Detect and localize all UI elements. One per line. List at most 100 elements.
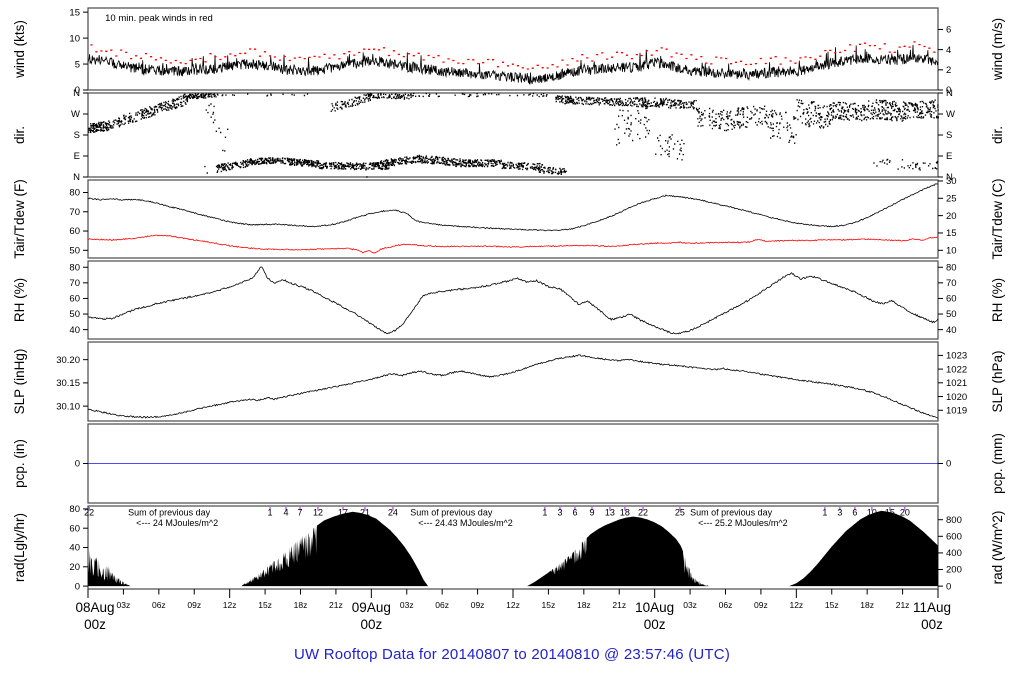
- axis-label-right-rh: RH (%): [990, 278, 1005, 322]
- ytick-left-wind: 5: [75, 59, 80, 70]
- xtick-minor-label: 12z: [223, 600, 237, 610]
- ytick-right-wind: 4: [946, 45, 951, 56]
- axis-label-left-rh: RH (%): [12, 278, 27, 322]
- xtick-minor-label: 06z: [152, 600, 166, 610]
- axis-label-left-rad: rad(Lgly/hr): [12, 513, 27, 582]
- rad-cumulative-mark: 7: [298, 508, 303, 518]
- ytick-right-tair: 10: [946, 245, 957, 256]
- rad-cumulative-mark: 3: [557, 508, 562, 518]
- rad-cumulative-mark: 12: [313, 508, 323, 518]
- xtick-date-label: 08Aug: [75, 600, 114, 615]
- chart-title: UW Rooftop Data for 20140807 to 20140810…: [293, 646, 731, 663]
- rad-cumulative-mark: 20: [900, 508, 910, 518]
- ytick-left-rad: 20: [69, 562, 80, 573]
- ytick-left-rad: 80: [69, 504, 80, 515]
- rad-cumulative-mark: 24: [388, 508, 398, 518]
- xtick-minor-label: 03z: [117, 600, 131, 610]
- ytick-right-rh: 50: [946, 309, 957, 320]
- rad-cumulative-mark: 1: [542, 508, 547, 518]
- axis-label-right-wind: wind (m/s): [990, 18, 1005, 81]
- rad-cumulative-mark: 10: [867, 508, 877, 518]
- xtick-minor-label: 09z: [754, 600, 768, 610]
- ytick-left-rh: 40: [69, 325, 80, 336]
- panel-rad: 0204060800200400600800rad(Lgly/hr) rad (W…: [12, 504, 1005, 592]
- ytick-left-slp: 30.10: [56, 401, 80, 412]
- xtick-minor-label: 15z: [542, 600, 556, 610]
- rad-sum-label: Sum of previous day: [690, 508, 773, 518]
- ytick-left-tair: 50: [69, 245, 80, 256]
- ytick-right-dir: W: [946, 109, 955, 120]
- rad-cumulative-mark: 18: [620, 508, 630, 518]
- chart-figure: 0 5 10 15 0 2 4 6 wind (kts) wind (m/s) 10 min. pe…: [0, 0, 1024, 700]
- xtick-minor-label: 09z: [471, 600, 485, 610]
- ytick-right-slp: 1020: [946, 392, 967, 403]
- rad-cumulative-mark: 15: [885, 508, 895, 518]
- ytick-left-rh: 80: [69, 262, 80, 273]
- ytick-left-dir: N: [73, 172, 80, 183]
- ytick-left-dir: N: [73, 88, 80, 99]
- xtick-date-label: 09Aug: [352, 600, 391, 615]
- rad-sum-label: Sum of previous day: [128, 508, 211, 518]
- xtick-minor-label: 18z: [577, 600, 591, 610]
- ytick-left-tair: 80: [69, 188, 80, 199]
- ytick-right-slp: 1022: [946, 364, 967, 375]
- rad-cumulative-mark: 1: [268, 508, 273, 518]
- rad-cumulative-mark: 25: [675, 508, 685, 518]
- xtick-minor-label: 03z: [683, 600, 697, 610]
- axis-label-right-dir: dir.: [990, 126, 1005, 144]
- axis-label-right-pcp: pcp. (mm): [990, 433, 1005, 494]
- ytick-right-rad: 600: [946, 532, 962, 543]
- ytick-right-slp: 1023: [946, 351, 967, 362]
- axis-label-right-rad: rad (W/m^2): [990, 511, 1005, 585]
- ytick-left-pcp: 0: [75, 459, 80, 470]
- xtick-minor-label: 15z: [825, 600, 839, 610]
- panel-pcp: 0 0 pcp. (in) pcp. (mm): [12, 423, 1005, 504]
- ytick-right-wind: 6: [946, 25, 951, 36]
- ytick-right-rad: 800: [946, 515, 962, 526]
- ytick-right-dir: E: [946, 151, 952, 162]
- xtick-minor-label: 15z: [258, 600, 272, 610]
- rad-sum-label: Sum of previous day: [410, 508, 493, 518]
- ytick-left-rh: 70: [69, 278, 80, 289]
- axis-label-left-tair: Tair/Tdew (F): [12, 179, 27, 259]
- ytick-left-dir: S: [74, 130, 80, 141]
- peak-winds-note: 10 min. peak winds in red: [105, 13, 213, 24]
- ytick-right-rad: 0: [946, 581, 951, 592]
- ytick-right-pcp: 0: [946, 459, 951, 470]
- axis-label-left-dir: dir.: [12, 126, 27, 144]
- ytick-left-slp: 30.15: [56, 378, 80, 389]
- ytick-right-dir: N: [946, 88, 953, 99]
- ytick-right-tair: 25: [946, 193, 957, 204]
- ytick-left-slp: 30.20: [56, 355, 80, 366]
- axis-label-left-pcp: pcp. (in): [12, 439, 27, 488]
- rad-sum-value: <--- 24.43 MJoules/m^2: [418, 518, 513, 528]
- ytick-right-dir: S: [946, 130, 952, 141]
- xtick-hour-label: 00z: [921, 617, 943, 632]
- xtick-minor-label: 06z: [435, 600, 449, 610]
- panel-wind: 0510150246wind (kts) wind (m/s)10 min. pe…: [12, 7, 1005, 96]
- ytick-right-rh: 70: [946, 278, 957, 289]
- rad-cumulative-mark: 21: [360, 508, 370, 518]
- rad-cumulative-mark: 9: [589, 508, 594, 518]
- rad-cumulative-mark: 22: [638, 508, 648, 518]
- axis-label-left-wind: wind (kts): [12, 20, 27, 79]
- ytick-left-wind: 10: [69, 33, 80, 44]
- ytick-left-tair: 70: [69, 207, 80, 218]
- panel-rh: 40 50 60 70 80 40 50 60 70 80 RH (%) RH (%): [12, 260, 1005, 340]
- rad-sum-value: <--- 24 MJoules/m^2: [136, 518, 218, 528]
- xtick-minor-label: 06z: [719, 600, 733, 610]
- ytick-left-rh: 50: [69, 309, 80, 320]
- rad-cumulative-mark: 3: [837, 508, 842, 518]
- ytick-right-tair: 20: [946, 211, 957, 222]
- axis-label-left-slp: SLP (inHg): [12, 349, 27, 415]
- xtick-minor-label: 18z: [860, 600, 874, 610]
- xtick-minor-label: 09z: [187, 600, 201, 610]
- ytick-right-rh: 40: [946, 325, 957, 336]
- rad-cumulative-mark: 22: [84, 508, 94, 518]
- ytick-right-wind: 2: [946, 65, 951, 76]
- xtick-hour-label: 00z: [84, 617, 106, 632]
- xtick-minor-label: 21z: [329, 600, 343, 610]
- xtick-minor-label: 18z: [294, 600, 308, 610]
- ytick-left-rad: 0: [75, 581, 80, 592]
- rad-cumulative-mark: 1: [822, 508, 827, 518]
